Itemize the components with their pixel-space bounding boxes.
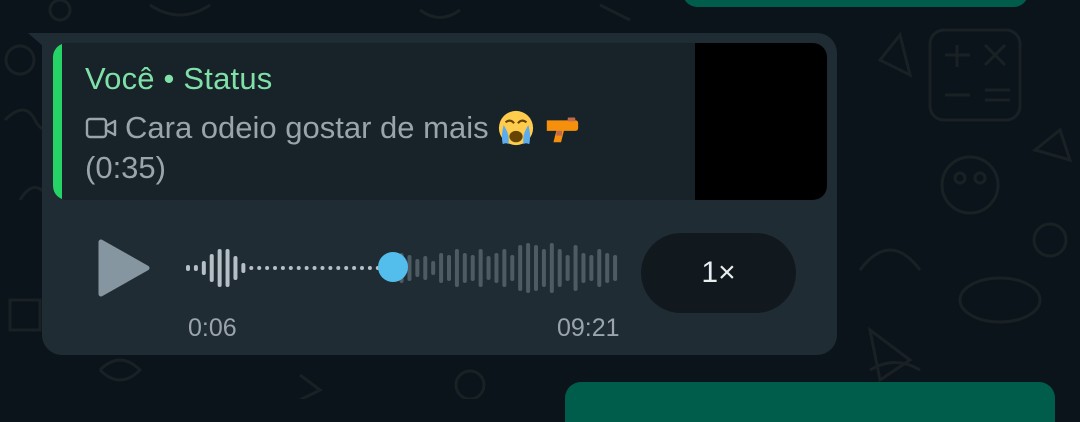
waveform-bar xyxy=(526,243,531,293)
waveform-bar xyxy=(407,255,412,281)
waveform-bar xyxy=(360,266,364,270)
waveform-bar xyxy=(336,266,341,270)
play-icon[interactable] xyxy=(95,238,151,298)
waveform-bar xyxy=(549,243,554,293)
quote-accent-bar xyxy=(53,43,62,200)
waveform-bar xyxy=(367,266,372,270)
playback-speed-button[interactable]: 1× xyxy=(641,233,796,313)
waveform-bar xyxy=(320,266,325,270)
status-reply-quote[interactable]: Você • Status Cara odeio gostar de mais … xyxy=(53,43,827,200)
waveform-bar xyxy=(597,249,602,287)
crying-face-emoji xyxy=(498,110,533,146)
elapsed-time: 0:06 xyxy=(188,314,237,342)
waveform-bar xyxy=(344,266,349,270)
total-duration: 09:21 xyxy=(557,314,620,342)
waveform-bar xyxy=(613,255,618,281)
waveform-bar xyxy=(605,253,610,283)
waveform-bar xyxy=(534,245,538,291)
quote-caption-row: Cara odeio gostar de mais xyxy=(85,109,581,147)
waveform-bar xyxy=(589,255,594,281)
waveform-bar xyxy=(280,266,285,270)
waveform-bar xyxy=(565,255,570,281)
waveform-bar xyxy=(352,266,357,270)
waveform-bar xyxy=(470,255,475,281)
quote-author: Você • Status xyxy=(85,61,273,96)
waveform-bar xyxy=(431,261,436,275)
waveform-bar xyxy=(288,266,293,270)
waveform-bar xyxy=(518,245,523,291)
waveform-bar xyxy=(541,249,546,287)
waveform-bar xyxy=(494,253,499,283)
outgoing-message-bubble-top[interactable] xyxy=(683,0,1028,7)
waveform-bar xyxy=(454,249,459,287)
waveform-bar xyxy=(447,255,451,281)
waveform-bar xyxy=(241,263,246,273)
waveform-bar xyxy=(581,253,586,283)
waveform-bar xyxy=(265,266,270,270)
outgoing-message-bubble-bottom[interactable] xyxy=(565,382,1055,422)
waveform-bar xyxy=(233,256,238,280)
waveform-bar xyxy=(257,266,262,270)
waveform-bar xyxy=(510,255,515,281)
status-thumbnail[interactable] xyxy=(695,43,827,200)
waveform-bar xyxy=(304,266,309,270)
video-camera-icon xyxy=(85,117,117,139)
waveform-bar xyxy=(273,266,277,270)
quote-duration: (0:35) xyxy=(85,150,166,185)
waveform-bar xyxy=(296,266,301,270)
waveform-bar xyxy=(193,265,198,271)
waveform-bar xyxy=(478,249,483,287)
waveform-bar xyxy=(486,256,491,280)
waveform-bar xyxy=(557,249,562,287)
waveform-bar xyxy=(502,249,507,287)
quote-caption: Cara odeio gostar de mais xyxy=(125,110,489,145)
playback-progress-knob[interactable] xyxy=(378,252,408,282)
waveform-bar xyxy=(312,266,317,270)
waveform-bar xyxy=(328,266,333,270)
waveform-bar xyxy=(439,253,444,283)
waveform-bar xyxy=(462,253,467,283)
waveform-bar xyxy=(573,245,578,291)
waveform-bar xyxy=(217,249,222,287)
water-pistol-emoji xyxy=(546,117,578,143)
waveform-bar xyxy=(186,265,190,271)
waveform-bar xyxy=(225,249,230,287)
waveform-bar xyxy=(423,256,428,280)
waveform-bar xyxy=(201,261,206,275)
waveform-bar xyxy=(415,259,420,277)
waveform-bar xyxy=(209,254,214,282)
waveform-bar xyxy=(249,266,254,270)
